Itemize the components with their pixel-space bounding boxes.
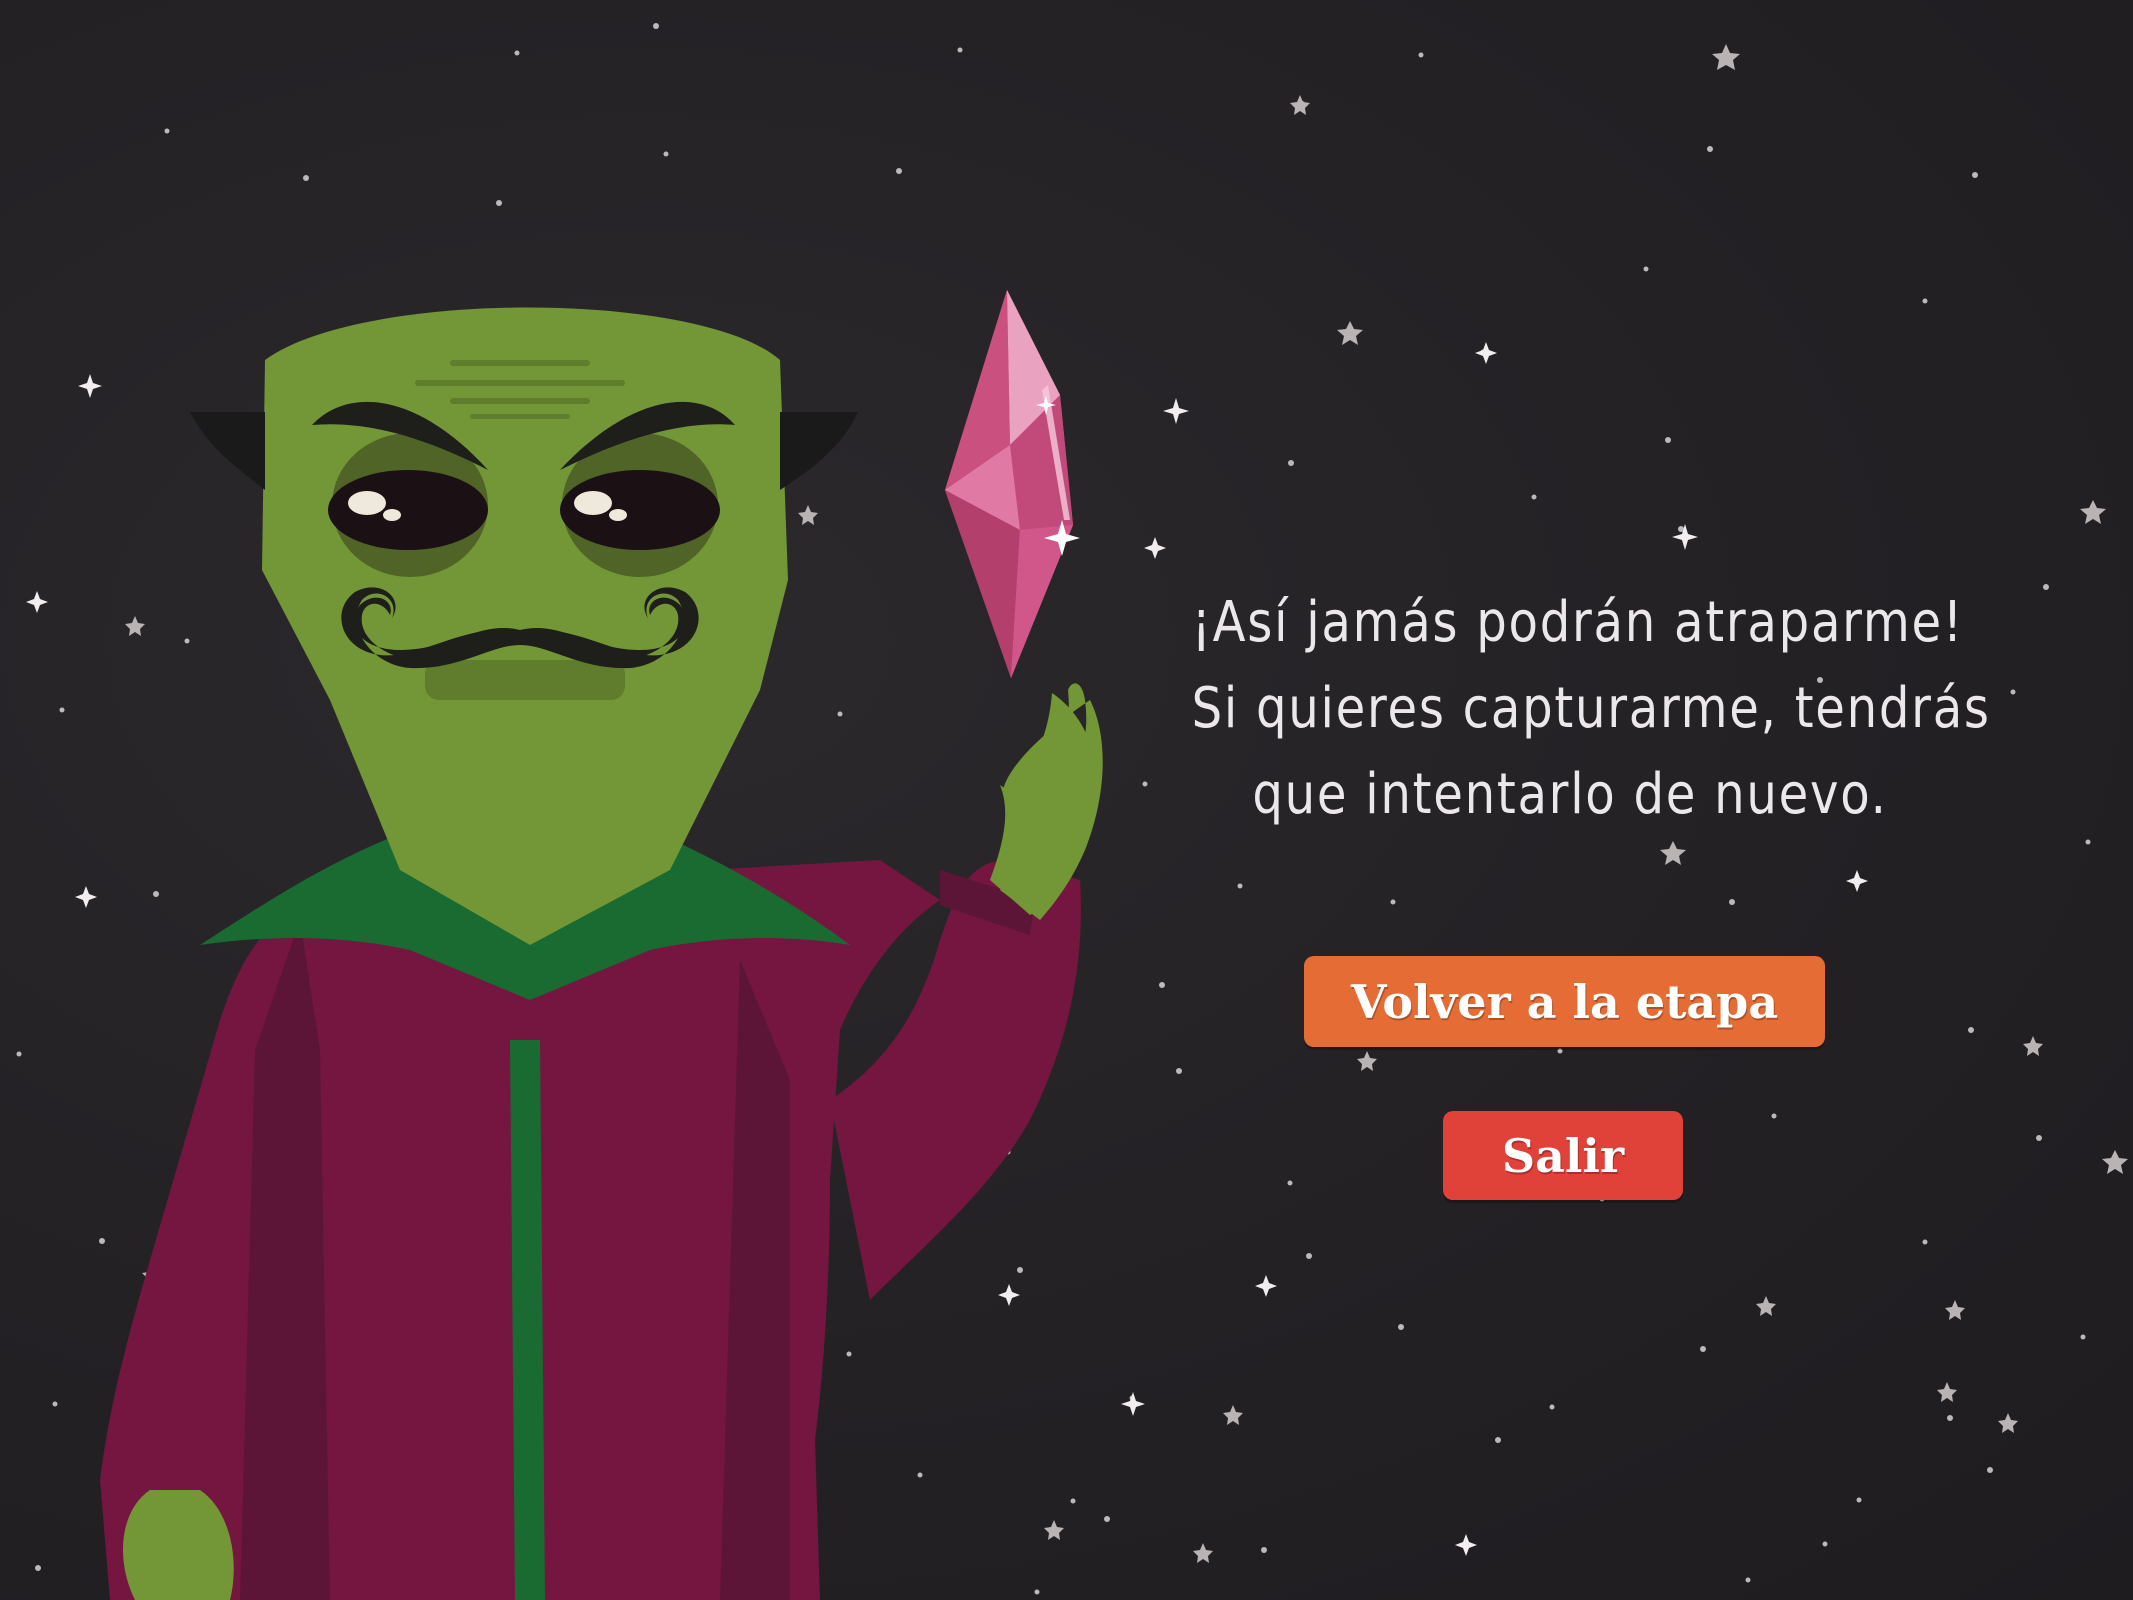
exit-button[interactable]: Salir	[1443, 1111, 1683, 1200]
retry-stage-label: Volver a la etapa	[1350, 974, 1779, 1029]
message-line-1: ¡Así jamás podrán atraparme!	[1191, 590, 1964, 655]
exit-label: Salir	[1501, 1128, 1625, 1183]
retry-stage-button[interactable]: Volver a la etapa	[1304, 956, 1825, 1047]
pink-crystal-icon	[945, 290, 1080, 678]
message-line-3: que intentarlo de nuevo.	[1252, 762, 1888, 827]
message-line-2: Si quieres capturarme, tendrás	[1191, 676, 1991, 741]
villain-message: ¡Así jamás podrán atraparme! Si quieres …	[1191, 580, 1991, 838]
game-over-scene: ¡Así jamás podrán atraparme! Si quieres …	[0, 0, 2133, 1600]
